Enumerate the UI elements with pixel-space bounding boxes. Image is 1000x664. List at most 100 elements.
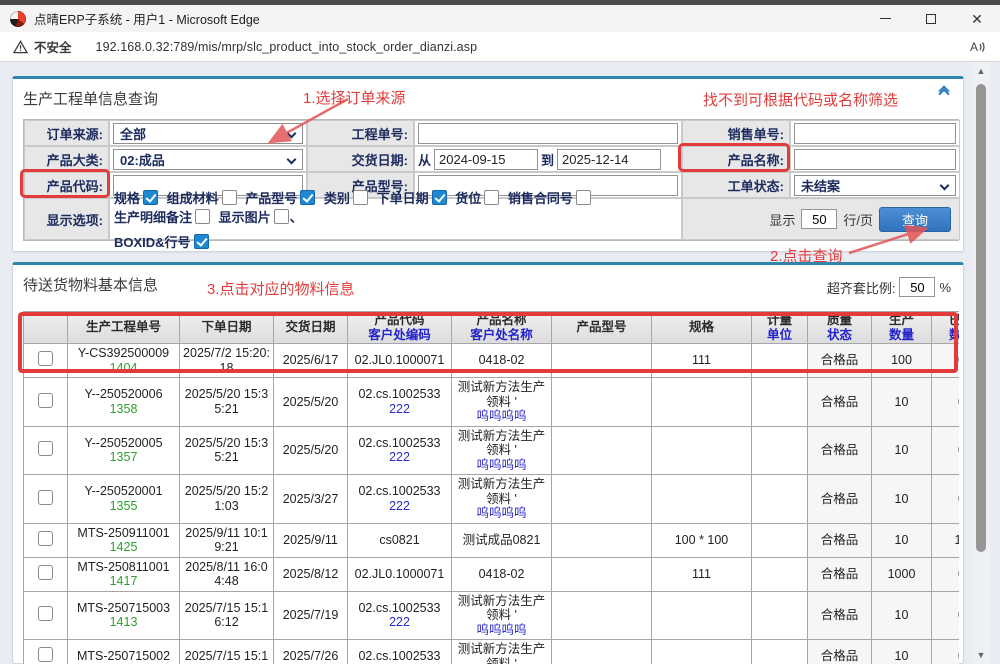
date-to-input[interactable] [557, 149, 661, 170]
collapse-panel-icon[interactable] [937, 87, 951, 101]
received-cell: 0 [932, 426, 960, 475]
read-aloud-icon[interactable]: A [968, 38, 986, 61]
received-cell: 0 [932, 640, 960, 664]
annotation-step2: 2.点击查询 [770, 245, 843, 266]
quality-cell: 合格品 [808, 640, 872, 664]
order-no-cell: MTS-2508110011417 [68, 557, 180, 591]
row-checkbox[interactable] [38, 441, 53, 456]
received-cell: 0 [932, 344, 960, 378]
table-row[interactable]: Y--2505200051357 2025/5/20 15:35:21 2025… [24, 426, 960, 475]
delivery-date-label: 交货日期: [307, 146, 414, 172]
product-model-cell [552, 475, 652, 524]
url-text[interactable]: 192.168.0.32:789/mis/mrp/slc_product_int… [96, 40, 478, 54]
order-no-cell: MTS-250715002 [68, 640, 180, 664]
materials-panel: 待送货物料基本信息 超齐套比例: % 生产工程单号 下单日期 交货日期 产品代码… [12, 262, 964, 664]
unit-cell [752, 557, 808, 591]
product-name-cell: 测试新方法生产领料 '呜呜呜呜 [452, 426, 552, 475]
chevron-down-icon [287, 154, 297, 164]
display-option: 货位 [455, 188, 500, 207]
product-code-cell: cs0821 [348, 523, 452, 557]
option-checkbox[interactable] [222, 190, 237, 205]
page-size-prefix: 显示 [769, 210, 795, 229]
table-row[interactable]: MTS-2507150031413 2025/7/15 15:16:12 202… [24, 591, 960, 640]
row-checkbox[interactable] [38, 565, 53, 580]
table-row[interactable]: Y--2505200011355 2025/5/20 15:21:03 2025… [24, 475, 960, 524]
unit-cell [752, 591, 808, 640]
option-checkbox[interactable] [353, 190, 368, 205]
option-checkbox[interactable] [194, 234, 209, 249]
table-row[interactable]: MTS-250715002 2025/7/15 15:1 2025/7/26 0… [24, 640, 960, 664]
security-label[interactable]: 不安全 [34, 37, 72, 56]
row-checkbox[interactable] [38, 531, 53, 546]
order-source-select[interactable]: 全部 [113, 123, 303, 144]
sales-no-input[interactable] [794, 123, 956, 144]
unit-cell [752, 344, 808, 378]
annotation-filter-hint: 找不到可根据代码或名称筛选 [703, 89, 898, 110]
close-icon: ✕ [971, 12, 983, 26]
option-checkbox[interactable] [576, 190, 591, 205]
page-scrollbar[interactable]: ▲ ▼ [972, 62, 990, 664]
delivery-date-cell: 2025/8/12 [274, 557, 348, 591]
product-name-cell: 测试成品0821 [452, 523, 552, 557]
row-checkbox[interactable] [38, 647, 53, 662]
quality-cell: 合格品 [808, 426, 872, 475]
product-code-cell: 02.cs.1002533222 [348, 475, 452, 524]
date-to-label: 到 [541, 150, 554, 169]
spec-cell [652, 378, 752, 427]
option-checkbox[interactable] [300, 190, 315, 205]
row-checkbox-cell [24, 557, 68, 591]
row-checkbox[interactable] [38, 606, 53, 621]
scroll-down-icon[interactable]: ▼ [972, 648, 990, 662]
quality-cell: 合格品 [808, 344, 872, 378]
row-checkbox[interactable] [38, 351, 53, 366]
display-option: BOXID&行号 [114, 232, 210, 251]
row-checkbox-cell [24, 475, 68, 524]
minimize-button[interactable] [862, 5, 908, 32]
table-row[interactable]: MTS-2509110011425 2025/9/11 10:19:21 202… [24, 523, 960, 557]
delivery-date-cell: 2025/7/26 [274, 640, 348, 664]
table-row[interactable]: Y--2505200061358 2025/5/20 15:35:21 2025… [24, 378, 960, 427]
qty-cell: 10 [872, 640, 932, 664]
option-checkbox[interactable] [195, 209, 210, 224]
row-checkbox[interactable] [38, 490, 53, 505]
search-button[interactable]: 查询 [879, 207, 951, 232]
product-name-cell: 测试新方法生产领料 '呜呜呜呜 [452, 378, 552, 427]
received-cell: 0 [932, 475, 960, 524]
close-button[interactable]: ✕ [954, 5, 1000, 32]
scroll-up-icon[interactable]: ▲ [972, 64, 990, 78]
project-no-input[interactable] [418, 123, 678, 144]
date-from-label: 从 [418, 150, 431, 169]
maximize-button[interactable] [908, 5, 954, 32]
qty-cell: 10 [872, 475, 932, 524]
quality-cell: 合格品 [808, 557, 872, 591]
received-cell: 0 [932, 378, 960, 427]
header-quality: 质量状态 [808, 312, 872, 344]
product-category-select[interactable]: 02:成品 [113, 149, 303, 170]
received-cell: 10 [932, 523, 960, 557]
product-code-cell: 02.JL0.1000071 [348, 557, 452, 591]
order-date-cell: 2025/5/20 15:21:03 [180, 475, 274, 524]
order-status-select[interactable]: 未结案 [794, 175, 956, 196]
option-checkbox[interactable] [432, 190, 447, 205]
table-row[interactable]: MTS-2508110011417 2025/8/11 16:04:48 202… [24, 557, 960, 591]
ratio-input[interactable] [899, 277, 935, 297]
table-row[interactable]: Y-CS3925000091404 2025/7/2 15:20:18 2025… [24, 344, 960, 378]
product-name-cell: 测试新方法生产领料 '呜呜呜呜 [452, 591, 552, 640]
product-code-cell: 02.cs.1002533222 [348, 591, 452, 640]
maximize-icon [926, 14, 936, 24]
browser-titlebar: 点晴ERP子系统 - 用户1 - Microsoft Edge ✕ [0, 5, 1000, 32]
address-bar[interactable]: 不安全 192.168.0.32:789/mis/mrp/slc_product… [0, 32, 1000, 62]
annotation-step1: 1.选择订单来源 [303, 87, 406, 108]
order-no-cell: MTS-2507150031413 [68, 591, 180, 640]
option-checkbox[interactable] [484, 190, 499, 205]
product-category-label: 产品大类: [24, 146, 109, 172]
row-checkbox[interactable] [38, 393, 53, 408]
product-name-input[interactable] [794, 149, 956, 170]
option-checkbox[interactable] [274, 209, 289, 224]
page-size-input[interactable] [801, 209, 837, 229]
product-model-cell [552, 344, 652, 378]
unit-cell [752, 523, 808, 557]
date-from-input[interactable] [434, 149, 538, 170]
option-checkbox[interactable] [143, 190, 158, 205]
scrollbar-thumb[interactable] [976, 84, 986, 552]
